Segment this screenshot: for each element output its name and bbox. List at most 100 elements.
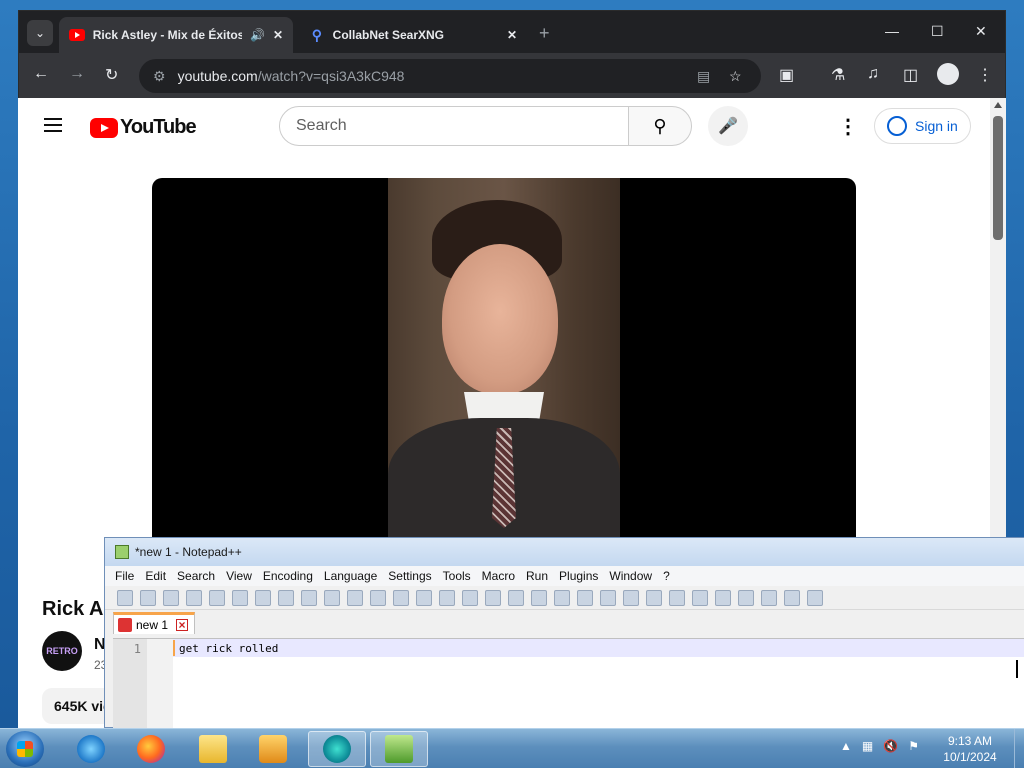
find-icon[interactable] bbox=[393, 589, 409, 606]
menu-edit[interactable]: Edit bbox=[145, 569, 166, 583]
define-language-icon[interactable] bbox=[600, 589, 616, 606]
scroll-thumb[interactable] bbox=[993, 116, 1003, 240]
menu-kebab-icon[interactable]: ⋮ bbox=[977, 65, 993, 85]
replace-icon[interactable] bbox=[416, 589, 432, 606]
bookmark-star-icon[interactable]: ☆ bbox=[729, 68, 742, 85]
sync-vertical-icon[interactable] bbox=[485, 589, 501, 606]
menu-macro[interactable]: Macro bbox=[482, 569, 515, 583]
npp-tab-new1[interactable]: new 1 × bbox=[113, 612, 195, 634]
close-file-icon[interactable] bbox=[209, 589, 225, 606]
profile-avatar-icon[interactable] bbox=[937, 63, 959, 85]
function-list-icon[interactable] bbox=[646, 589, 662, 606]
search-input[interactable]: Search bbox=[279, 106, 629, 146]
side-panel-icon[interactable]: ◫ bbox=[903, 65, 918, 85]
menu-view[interactable]: View bbox=[226, 569, 252, 583]
taskbar-notepad-plus-plus[interactable] bbox=[370, 731, 428, 767]
sign-in-button[interactable]: Sign in bbox=[874, 108, 971, 144]
open-file-icon[interactable] bbox=[140, 589, 156, 606]
search-favicon-icon: ⚲ bbox=[311, 26, 322, 43]
save-macro-icon[interactable] bbox=[807, 589, 823, 606]
play-macro-icon[interactable] bbox=[761, 589, 777, 606]
tab-searxng[interactable]: ⚲ CollabNet SearXNG ✕ bbox=[299, 17, 527, 53]
cut-icon[interactable] bbox=[278, 589, 294, 606]
taskbar-chrome[interactable] bbox=[308, 731, 366, 767]
redo-icon[interactable] bbox=[370, 589, 386, 606]
address-bar[interactable]: ⚙ youtube.com/watch?v=qsi3A3kC948 ▤ ☆ bbox=[139, 59, 761, 93]
maximize-icon[interactable]: ☐ bbox=[931, 23, 944, 40]
voice-search-button[interactable]: 🎤 bbox=[708, 106, 748, 146]
scroll-up-icon[interactable] bbox=[994, 102, 1002, 108]
npp-editor[interactable]: 1 get rick rolled bbox=[113, 638, 1024, 729]
tray-expand-icon[interactable]: ▲ bbox=[840, 739, 852, 753]
site-info-icon[interactable]: ⚙ bbox=[153, 68, 166, 85]
menu-plugins[interactable]: Plugins bbox=[559, 569, 598, 583]
indent-guide-icon[interactable] bbox=[577, 589, 593, 606]
video-player[interactable] bbox=[152, 178, 856, 558]
menu-tools[interactable]: Tools bbox=[443, 569, 471, 583]
editor-text[interactable]: get rick rolled bbox=[179, 642, 278, 655]
print-icon[interactable] bbox=[255, 589, 271, 606]
taskbar-firefox[interactable] bbox=[122, 731, 180, 767]
media-control-icon[interactable]: ♫ bbox=[867, 65, 879, 83]
close-all-icon[interactable] bbox=[232, 589, 248, 606]
back-icon[interactable]: ← bbox=[33, 65, 49, 83]
minimize-icon[interactable]: — bbox=[885, 23, 899, 39]
reload-icon[interactable]: ↻ bbox=[105, 65, 118, 85]
close-tab-icon[interactable]: ✕ bbox=[273, 28, 283, 42]
settings-kebab-icon[interactable]: ⋮ bbox=[838, 114, 858, 139]
menu-help[interactable]: ? bbox=[663, 569, 670, 583]
cast-icon[interactable]: ▤ bbox=[697, 68, 710, 85]
volume-muted-icon[interactable]: 🔇 bbox=[883, 739, 898, 753]
new-tab-icon[interactable]: + bbox=[539, 23, 550, 44]
save-icon[interactable] bbox=[163, 589, 179, 606]
menu-encoding[interactable]: Encoding bbox=[263, 569, 313, 583]
monitoring-icon[interactable] bbox=[692, 589, 708, 606]
menu-window[interactable]: Window bbox=[609, 569, 652, 583]
menu-language[interactable]: Language bbox=[324, 569, 377, 583]
folder-workspace-icon[interactable] bbox=[669, 589, 685, 606]
action-center-flag-icon[interactable]: ⚑ bbox=[908, 739, 919, 753]
notepad-icon bbox=[385, 735, 413, 763]
network-icon[interactable]: ▦ bbox=[862, 739, 873, 753]
zoom-in-icon[interactable] bbox=[439, 589, 455, 606]
close-window-icon[interactable]: ✕ bbox=[975, 23, 987, 40]
record-macro-icon[interactable] bbox=[715, 589, 731, 606]
save-all-icon[interactable] bbox=[186, 589, 202, 606]
menu-search[interactable]: Search bbox=[177, 569, 215, 583]
menu-run[interactable]: Run bbox=[526, 569, 548, 583]
new-file-icon[interactable] bbox=[117, 589, 133, 606]
copy-icon[interactable] bbox=[301, 589, 317, 606]
tab-rick-astley[interactable]: Rick Astley - Mix de Éxitos 🔊 ✕ bbox=[59, 17, 293, 53]
taskbar-internet-explorer[interactable] bbox=[62, 731, 120, 767]
mouse-ibeam-cursor bbox=[1016, 660, 1024, 678]
menu-file[interactable]: File bbox=[115, 569, 134, 583]
run-macro-multiple-icon[interactable] bbox=[784, 589, 800, 606]
speaker-icon[interactable]: 🔊 bbox=[250, 28, 265, 42]
youtube-logo[interactable]: YouTube bbox=[90, 116, 197, 139]
clock[interactable]: 9:13 AM 10/1/2024 bbox=[930, 733, 1010, 765]
show-all-chars-icon[interactable] bbox=[554, 589, 570, 606]
word-wrap-icon[interactable] bbox=[531, 589, 547, 606]
close-tab-icon[interactable]: × bbox=[176, 618, 189, 631]
labs-flask-icon[interactable]: ⚗ bbox=[831, 65, 845, 85]
tab-search-icon[interactable]: ⌄ bbox=[27, 20, 53, 46]
start-button[interactable] bbox=[6, 731, 44, 767]
stop-macro-icon[interactable] bbox=[738, 589, 754, 606]
microphone-icon: 🎤 bbox=[718, 118, 738, 135]
npp-title-bar[interactable]: *new 1 - Notepad++ bbox=[105, 538, 1024, 566]
forward-icon[interactable]: → bbox=[69, 65, 85, 83]
extensions-icon[interactable]: ▣ bbox=[779, 65, 794, 85]
undo-icon[interactable] bbox=[347, 589, 363, 606]
sync-horizontal-icon[interactable] bbox=[508, 589, 524, 606]
channel-avatar[interactable]: RETRO bbox=[42, 631, 82, 671]
show-desktop-button[interactable] bbox=[1014, 729, 1024, 768]
taskbar-file-explorer[interactable] bbox=[184, 731, 242, 767]
paste-icon[interactable] bbox=[324, 589, 340, 606]
zoom-out-icon[interactable] bbox=[462, 589, 478, 606]
close-tab-icon[interactable]: ✕ bbox=[507, 28, 517, 42]
taskbar-media-player[interactable] bbox=[244, 731, 302, 767]
menu-settings[interactable]: Settings bbox=[388, 569, 431, 583]
document-map-icon[interactable] bbox=[623, 589, 639, 606]
search-button[interactable]: ⚲ bbox=[628, 106, 692, 146]
hamburger-menu-icon[interactable] bbox=[44, 118, 62, 132]
